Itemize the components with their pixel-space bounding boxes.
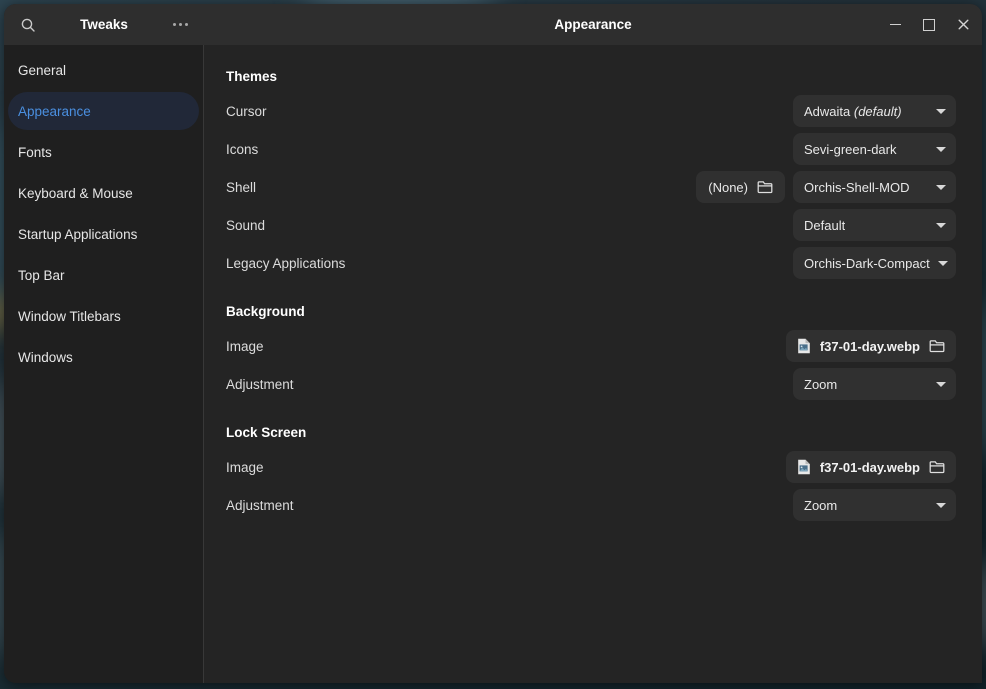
chevron-down-icon <box>936 502 946 508</box>
row-lock-screen-adjustment: Adjustment Zoom <box>226 486 956 524</box>
cursor-theme-dropdown[interactable]: Adwaita (default) <box>793 95 956 127</box>
maximize-icon[interactable] <box>916 12 942 38</box>
background-adjustment-dropdown[interactable]: Zoom <box>793 368 956 400</box>
icons-theme-dropdown[interactable]: Sevi-green-dark <box>793 133 956 165</box>
sound-theme-value: Default <box>804 217 846 233</box>
row-background-image: Image f37-01-day.webp <box>226 327 956 365</box>
lock-screen-image-value: f37-01-day.webp <box>819 459 920 475</box>
row-lock-screen-image: Image f37-01-day.webp <box>226 448 956 486</box>
background-group-title: Background <box>226 304 305 319</box>
sidebar-item-window-titlebars[interactable]: Window Titlebars <box>8 297 199 335</box>
cursor-theme-label: Cursor <box>226 103 267 119</box>
legacy-applications-dropdown[interactable]: Orchis-Dark-Compact <box>793 247 956 279</box>
shell-theme-value: Orchis-Shell-MOD <box>804 179 910 195</box>
sidebar-item-label: Fonts <box>18 144 52 160</box>
shell-theme-file-picker[interactable]: (None) <box>696 171 785 203</box>
search-icon[interactable] <box>12 9 44 41</box>
icons-theme-label: Icons <box>226 141 259 157</box>
sound-theme-label: Sound <box>226 217 266 233</box>
page-header: Appearance <box>204 4 982 45</box>
sidebar-item-label: Startup Applications <box>18 226 138 242</box>
tweaks-window: Tweaks Appearance General Appearance Fon… <box>4 4 982 683</box>
row-icons-theme: Icons Sevi-green-dark <box>226 130 956 168</box>
row-sound-theme: Sound Default <box>226 206 956 244</box>
sidebar-item-label: Window Titlebars <box>18 308 121 324</box>
background-adjustment-label: Adjustment <box>226 376 294 392</box>
sidebar-item-startup-applications[interactable]: Startup Applications <box>8 215 199 253</box>
row-background-adjustment: Adjustment Zoom <box>226 365 956 403</box>
sidebar-item-windows[interactable]: Windows <box>8 338 199 376</box>
background-image-file-button[interactable]: f37-01-day.webp <box>785 330 956 362</box>
lock-screen-group-title: Lock Screen <box>226 425 307 440</box>
sidebar-header: Tweaks <box>4 4 204 45</box>
close-icon[interactable] <box>950 12 976 38</box>
legacy-applications-value: Orchis-Dark-Compact <box>804 255 930 271</box>
header-bar: Tweaks Appearance <box>4 4 982 45</box>
cursor-theme-value-suffix: (default) <box>850 103 902 119</box>
chevron-down-icon <box>936 108 946 114</box>
folder-icon <box>929 460 945 474</box>
image-file-icon <box>797 338 811 354</box>
chevron-down-icon <box>936 381 946 387</box>
background-image-label: Image <box>226 338 264 354</box>
row-legacy-applications-theme: Legacy Applications Orchis-Dark-Compact <box>226 244 956 282</box>
lock-screen-adjustment-value: Zoom <box>804 497 838 513</box>
lock-screen-adjustment-dropdown[interactable]: Zoom <box>793 489 956 521</box>
cursor-theme-value: Adwaita <box>804 103 851 119</box>
appearance-settings-pane: Themes Cursor Adwaita (default) Icons Se… <box>204 45 982 683</box>
chevron-down-icon <box>936 184 946 190</box>
lock-screen-image-label: Image <box>226 459 264 475</box>
themes-group: Themes Cursor Adwaita (default) Icons Se… <box>226 69 956 282</box>
minimize-icon[interactable] <box>882 12 908 38</box>
row-shell-theme: Shell (None) Orchis-Shell-MOD <box>226 168 956 206</box>
sidebar-item-label: Keyboard & Mouse <box>18 185 133 201</box>
legacy-applications-label: Legacy Applications <box>226 255 346 271</box>
themes-group-title: Themes <box>226 69 278 84</box>
window-body: General Appearance Fonts Keyboard & Mous… <box>4 45 982 683</box>
sidebar-item-top-bar[interactable]: Top Bar <box>8 256 199 294</box>
lock-screen-image-file-button[interactable]: f37-01-day.webp <box>785 451 956 483</box>
lock-screen-adjustment-label: Adjustment <box>226 497 294 513</box>
page-title: Appearance <box>554 17 632 32</box>
sidebar-item-fonts[interactable]: Fonts <box>8 133 199 171</box>
shell-theme-label: Shell <box>226 179 257 195</box>
chevron-down-icon <box>936 146 946 152</box>
sidebar-item-keyboard-mouse[interactable]: Keyboard & Mouse <box>8 174 199 212</box>
icons-theme-value: Sevi-green-dark <box>804 141 897 157</box>
sidebar-item-label: Top Bar <box>18 267 65 283</box>
shell-theme-dropdown[interactable]: Orchis-Shell-MOD <box>793 171 956 203</box>
sidebar-item-label: Appearance <box>18 103 91 119</box>
image-file-icon <box>797 459 811 475</box>
lock-screen-group: Lock Screen Image f37-01-day.webp Adjust… <box>226 425 956 524</box>
sidebar-item-label: General <box>18 62 67 78</box>
background-group: Background Image f37-01-day.webp Adjustm… <box>226 304 956 403</box>
chevron-down-icon <box>938 260 948 266</box>
window-controls <box>882 12 976 38</box>
sidebar-item-appearance[interactable]: Appearance <box>8 92 199 130</box>
sidebar-nav: General Appearance Fonts Keyboard & Mous… <box>4 45 204 683</box>
folder-icon <box>757 180 773 194</box>
folder-icon <box>929 339 945 353</box>
sidebar-item-general[interactable]: General <box>8 51 199 89</box>
row-cursor-theme: Cursor Adwaita (default) <box>226 92 956 130</box>
background-adjustment-value: Zoom <box>804 376 838 392</box>
hamburger-dots-icon[interactable] <box>164 9 196 41</box>
background-image-value: f37-01-day.webp <box>819 338 920 354</box>
sidebar-item-label: Windows <box>18 349 73 365</box>
shell-theme-picker-value: (None) <box>708 179 748 195</box>
sound-theme-dropdown[interactable]: Default <box>793 209 956 241</box>
chevron-down-icon <box>936 222 946 228</box>
